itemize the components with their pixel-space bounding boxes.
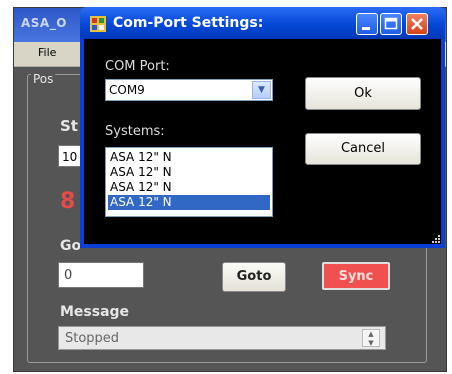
systems-label: Systems:	[105, 124, 165, 139]
position-group-legend: Pos	[31, 72, 56, 86]
dialog-titlebar[interactable]: Com-Port Settings:	[80, 7, 445, 39]
com-port-select[interactable]: COM9 ▼	[105, 79, 273, 101]
systems-list-item[interactable]: ASA 12" N	[108, 165, 270, 180]
goto-input[interactable]: 0	[58, 262, 144, 288]
com-port-label: COM Port:	[105, 59, 170, 74]
dialog-title: Com-Port Settings:	[113, 15, 264, 31]
menu-file[interactable]: File	[38, 46, 56, 59]
sync-button[interactable]: Sync	[322, 262, 390, 290]
main-window-title: ASA_O	[21, 16, 67, 30]
dialog-client-area: COM Port: COM9 ▼ Systems: ASA 12" N ASA …	[84, 39, 441, 244]
com-port-settings-dialog: Com-Port Settings: COM Port: COM9 ▼ Syst…	[80, 7, 445, 248]
minimize-icon[interactable]	[356, 13, 378, 35]
resize-grip-icon[interactable]	[431, 234, 441, 244]
message-label: Message	[60, 304, 130, 320]
systems-list-item[interactable]: ASA 12" N	[108, 150, 270, 165]
close-icon[interactable]	[406, 13, 428, 35]
goto-label: Go	[60, 238, 82, 254]
com-port-value: COM9	[109, 83, 145, 97]
systems-list-item-selected[interactable]: ASA 12" N	[108, 195, 270, 210]
message-field[interactable]: Stopped	[58, 326, 386, 350]
goto-button[interactable]: Goto	[222, 262, 286, 292]
chevron-down-icon[interactable]: ▼	[252, 81, 271, 99]
systems-list[interactable]: ASA 12" N ASA 12" N ASA 12" N ASA 12" N	[105, 147, 273, 217]
st-label: St	[60, 117, 78, 135]
message-spinner-icon[interactable]: ▲ ▼	[362, 329, 380, 347]
systems-list-item[interactable]: ASA 12" N	[108, 180, 270, 195]
cancel-button[interactable]: Cancel	[305, 133, 421, 165]
app-icon	[90, 16, 106, 32]
ok-button[interactable]: Ok	[305, 77, 421, 110]
position-readout: 8	[60, 189, 76, 214]
maximize-icon[interactable]	[380, 13, 402, 35]
